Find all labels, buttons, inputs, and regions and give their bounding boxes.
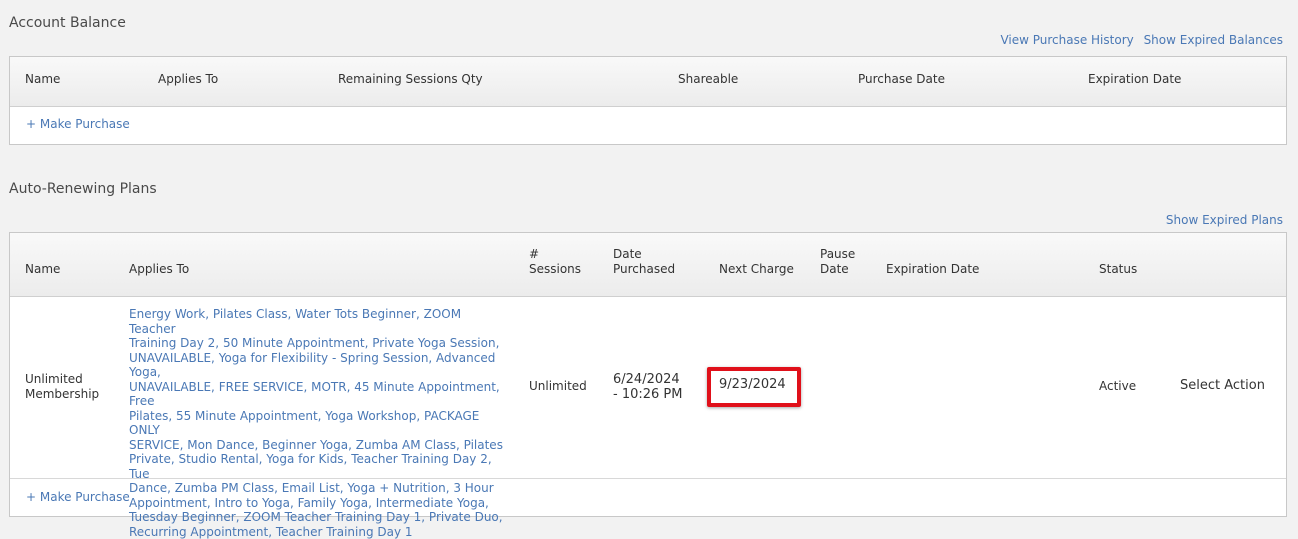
select-action-link[interactable]: Select Action (1180, 379, 1265, 394)
col-pause-date-line1: Pause (820, 247, 855, 262)
next-charge-highlight-box (707, 367, 801, 407)
applies-to-line[interactable]: Private, Studio Rental, Yoga for Kids, T… (129, 452, 509, 481)
col-remaining-sessions[interactable]: Remaining Sessions Qty (338, 72, 483, 87)
applies-to-line[interactable]: Tuesday Beginner, ZOOM Teacher Training … (129, 510, 509, 525)
col-shareable[interactable]: Shareable (678, 72, 738, 87)
account-balance-links: View Purchase History Show Expired Balan… (994, 33, 1283, 47)
plan-name-line1: Unlimited (25, 372, 99, 387)
plan-name-line2: Membership (25, 387, 99, 402)
col-expiration-date[interactable]: Expiration Date (1088, 72, 1181, 87)
col-date-purchased[interactable]: Date Purchased (613, 247, 675, 277)
col-next-charge[interactable]: Next Charge (719, 262, 794, 277)
date-purchased-value: 6/24/2024 - 10:26 PM (613, 372, 682, 402)
auto-renewing-links: Show Expired Plans (1160, 213, 1283, 227)
col-name[interactable]: Name (25, 72, 60, 87)
show-expired-plans-link[interactable]: Show Expired Plans (1166, 213, 1283, 227)
date-purchased-line1: 6/24/2024 (613, 372, 682, 387)
applies-to-line[interactable]: SERVICE, Mon Dance, Beginner Yoga, Zumba… (129, 438, 509, 453)
col-pause-date-line2: Date (820, 262, 855, 277)
col-pause-date[interactable]: Pause Date (820, 247, 855, 277)
applies-to-line[interactable]: Training Day 2, 50 Minute Appointment, P… (129, 336, 509, 351)
applies-to-line[interactable]: Dance, Zumba PM Class, Email List, Yoga … (129, 481, 509, 496)
applies-to-list: Energy Work, Pilates Class, Water Tots B… (129, 307, 509, 539)
table-row: Unlimited Membership Energy Work, Pilate… (10, 297, 1286, 479)
applies-to-line[interactable]: Pilates, 55 Minute Appointment, Yoga Wor… (129, 409, 509, 438)
col-purchase-date[interactable]: Purchase Date (858, 72, 945, 87)
col-sessions-line1: # (529, 247, 581, 262)
col-date-purchased-line1: Date (613, 247, 675, 262)
applies-to-line[interactable]: UNAVAILABLE, Yoga for Flexibility - Spri… (129, 351, 509, 380)
col-applies-to[interactable]: Applies To (158, 72, 218, 87)
applies-to-line[interactable]: Recurring Appointment, Teacher Training … (129, 525, 509, 539)
auto-renewing-title: Auto-Renewing Plans (9, 181, 157, 197)
make-purchase-link[interactable]: + Make Purchase (26, 490, 130, 504)
date-purchased-line2: - 10:26 PM (613, 387, 682, 402)
applies-to-line[interactable]: Appointment, Intro to Yoga, Family Yoga,… (129, 496, 509, 511)
auto-renewing-table: Name Applies To # Sessions Date Purchase… (9, 232, 1287, 517)
show-expired-balances-link[interactable]: Show Expired Balances (1144, 33, 1283, 47)
status-value: Active (1099, 379, 1136, 394)
col-date-purchased-line2: Purchased (613, 262, 675, 277)
sessions-value: Unlimited (529, 379, 587, 394)
plan-name-link[interactable]: Unlimited Membership (25, 372, 99, 401)
auto-renewing-header: Name Applies To # Sessions Date Purchase… (10, 233, 1286, 297)
col-applies-to[interactable]: Applies To (129, 262, 189, 277)
applies-to-line[interactable]: UNAVAILABLE, FREE SERVICE, MOTR, 45 Minu… (129, 380, 509, 409)
view-purchase-history-link[interactable]: View Purchase History (1000, 33, 1133, 47)
col-sessions[interactable]: # Sessions (529, 247, 581, 277)
col-status[interactable]: Status (1099, 262, 1137, 277)
col-sessions-line2: Sessions (529, 262, 581, 277)
col-name[interactable]: Name (25, 262, 60, 277)
account-balance-title: Account Balance (9, 15, 126, 31)
make-purchase-link[interactable]: + Make Purchase (26, 117, 130, 131)
col-expiration-date[interactable]: Expiration Date (886, 262, 979, 277)
applies-to-line[interactable]: Energy Work, Pilates Class, Water Tots B… (129, 307, 509, 336)
account-balance-header: Name Applies To Remaining Sessions Qty S… (10, 57, 1286, 107)
account-balance-table: Name Applies To Remaining Sessions Qty S… (9, 56, 1287, 145)
